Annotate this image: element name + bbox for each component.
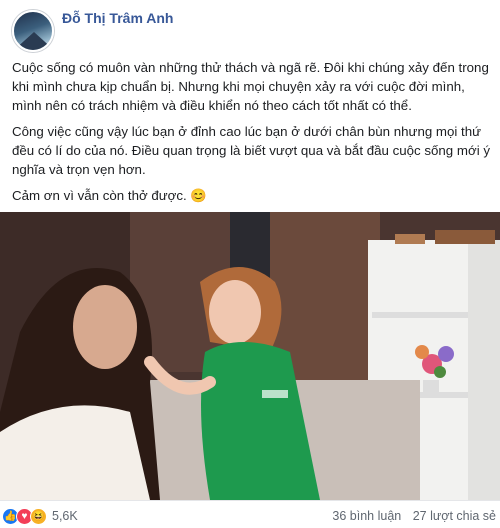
post-header: Đỗ Thị Trâm Anh [0, 0, 500, 52]
avatar[interactable] [12, 10, 54, 52]
post-paragraph: Cảm ơn vì vẫn còn thở được. 😊 [12, 188, 207, 203]
post-photo[interactable] [0, 212, 500, 500]
photo-scene [0, 212, 500, 500]
post-paragraph: Công việc cũng vậy lúc bạn ở đỉnh cao lú… [12, 124, 490, 177]
engagement-counts: 36 bình luận 27 lượt chia sẻ [332, 509, 496, 523]
post-footer: 👍 ♥ 😆 5,6K 36 bình luận 27 lượt chia sẻ [0, 500, 500, 528]
author-name[interactable]: Đỗ Thị Trâm Anh [62, 10, 173, 26]
post-text: Cuộc sống có muôn vàn những thử thách và… [12, 58, 496, 212]
post-paragraph: Cuộc sống có muôn vàn những thử thách và… [12, 60, 489, 113]
haha-icon: 😆 [30, 507, 47, 525]
comments-count[interactable]: 36 bình luận [332, 509, 401, 523]
reactions-summary[interactable]: 👍 ♥ 😆 5,6K [2, 507, 78, 525]
shares-count[interactable]: 27 lượt chia sẻ [413, 509, 496, 523]
reaction-count[interactable]: 5,6K [52, 509, 78, 523]
